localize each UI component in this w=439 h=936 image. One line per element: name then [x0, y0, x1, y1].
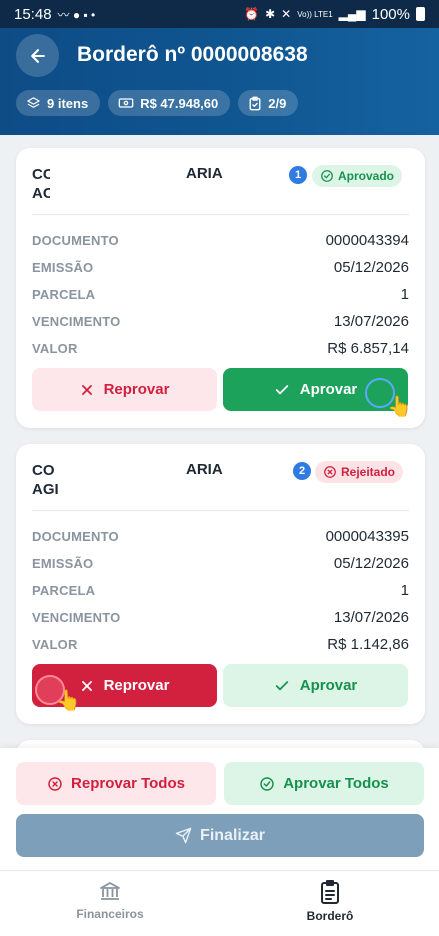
x-circle-icon — [324, 466, 336, 478]
reject-all-button[interactable]: Reprovar Todos — [16, 762, 216, 805]
check-icon — [275, 680, 288, 690]
nav-bordero-label: Borderô — [306, 909, 354, 923]
divider — [32, 214, 409, 215]
clipboard-check-icon — [249, 96, 261, 110]
item-name-tail: ARIA — [186, 165, 223, 182]
bottom-nav: Financeiros Borderô — [0, 870, 439, 936]
back-button[interactable] — [16, 34, 59, 77]
redacted-area — [60, 458, 188, 502]
summary-chips: 9 itens R$ 47.948,60 2/9 — [16, 90, 299, 116]
chip-total-label: R$ 47.948,60 — [140, 95, 219, 111]
row-valor: VALOR R$ 6.857,14 — [32, 340, 409, 357]
hand-pointer-icon: 👆 — [387, 396, 412, 418]
row-emissao: EMISSÃO 05/12/2026 — [32, 555, 409, 572]
nav-financeiros-label: Financeiros — [76, 907, 144, 921]
row-documento: DOCUMENTO 0000043394 — [32, 232, 409, 249]
signal-icon: ▂▄▆ — [338, 7, 366, 21]
check-icon — [275, 384, 288, 394]
row-vencimento: VENCIMENTO 13/07/2026 — [32, 609, 409, 626]
chip-items: 9 itens — [16, 90, 101, 116]
check-circle-icon — [260, 776, 274, 791]
page-title: Borderô nº 0000008638 — [77, 43, 308, 66]
item-number: 1 — [289, 166, 307, 184]
item-details: DOCUMENTO 0000043395 EMISSÃO 05/12/2026 PA… — [32, 523, 409, 658]
finalize-button[interactable]: Finalizar — [16, 814, 424, 857]
battery-icon — [416, 7, 425, 21]
chip-items-label: 9 itens — [47, 95, 89, 111]
notification-icons: 〰 ● ▪ • — [57, 7, 96, 22]
item-card: CO AGI ARIA 2 Rejeitado DOCUMENTO 0000043… — [16, 444, 425, 724]
banknote-icon — [118, 98, 134, 108]
row-documento: DOCUMENTO 0000043395 — [32, 528, 409, 545]
x-icon — [81, 384, 92, 395]
status-badge: Aprovado — [312, 165, 403, 187]
item-details: DOCUMENTO 0000043394 EMISSÃO 05/12/2026 PA… — [32, 227, 409, 362]
battery-level: 100% — [371, 5, 410, 23]
nav-financeiros[interactable]: Financeiros — [35, 879, 185, 921]
row-parcela: PARCELA 1 — [32, 582, 409, 599]
bulk-actions-panel: Reprovar Todos Aprovar Todos Finalizar — [0, 748, 439, 870]
x-icon — [81, 680, 92, 691]
clipboard-list-icon — [321, 880, 339, 904]
row-valor: VALOR R$ 1.142,86 — [32, 636, 409, 653]
app-header: 15:48 〰 ● ▪ • ⏰ ✱ ✕ Vo)) LTE1 ▂▄▆ 100% B… — [0, 0, 439, 135]
bank-icon — [100, 882, 120, 900]
nav-bordero[interactable]: Borderô — [255, 879, 405, 923]
hand-pointer-icon: 👆 — [56, 690, 81, 712]
item-number: 2 — [293, 462, 311, 480]
x-circle-icon — [48, 776, 62, 791]
redacted-area — [50, 162, 178, 206]
layers-icon — [27, 96, 40, 108]
row-emissao: EMISSÃO 05/12/2026 — [32, 259, 409, 276]
chip-progress: 2/9 — [238, 90, 299, 116]
check-circle-icon — [321, 170, 333, 182]
row-parcela: PARCELA 1 — [32, 286, 409, 303]
network-label: Vo)) LTE1 — [297, 9, 333, 19]
reject-button[interactable]: Reprovar — [32, 368, 217, 411]
status-badge: Rejeitado — [315, 461, 404, 483]
bluetooth-icon: ✱ — [265, 7, 276, 21]
approve-all-button[interactable]: Aprovar Todos — [224, 762, 424, 805]
row-vencimento: VENCIMENTO 13/07/2026 — [32, 313, 409, 330]
divider — [32, 510, 409, 511]
alarm-icon: ⏰ — [244, 7, 260, 21]
item-name-tail: ARIA — [186, 461, 223, 478]
chip-total: R$ 47.948,60 — [108, 90, 231, 116]
status-bar: 15:48 〰 ● ▪ • ⏰ ✱ ✕ Vo)) LTE1 ▂▄▆ 100% — [0, 0, 439, 28]
chip-progress-label: 2/9 — [268, 95, 287, 111]
mute-icon: ✕ — [281, 7, 292, 21]
item-card: CC AC ARIA 1 Aprovado DOCUMENTO 000004339… — [16, 148, 425, 428]
approve-button[interactable]: Aprovar — [223, 664, 408, 707]
arrow-left-icon — [30, 48, 45, 63]
status-time: 15:48 — [14, 5, 52, 23]
send-icon — [175, 827, 192, 844]
